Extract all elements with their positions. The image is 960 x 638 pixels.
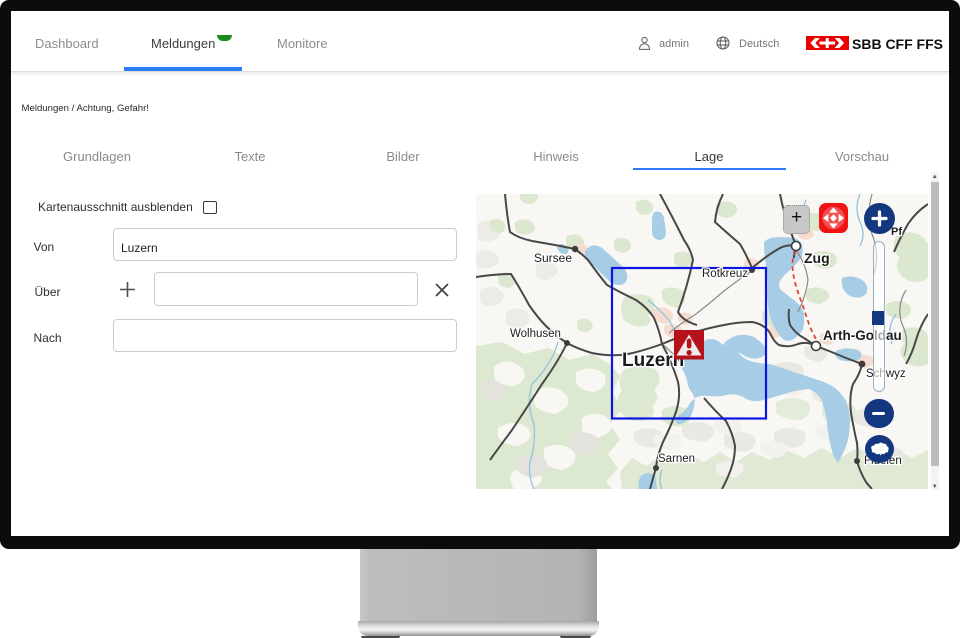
svg-text:Zug: Zug [804,250,830,266]
svg-text:Wolhusen: Wolhusen [510,328,561,340]
svg-text:Schwyz: Schwyz [866,368,906,380]
svg-text:Sursee: Sursee [534,251,572,265]
svg-text:Sarnen: Sarnen [658,453,695,465]
svg-text:Rotkreuz: Rotkreuz [702,268,748,280]
svg-text:Arth-Goldau: Arth-Goldau [823,328,902,343]
